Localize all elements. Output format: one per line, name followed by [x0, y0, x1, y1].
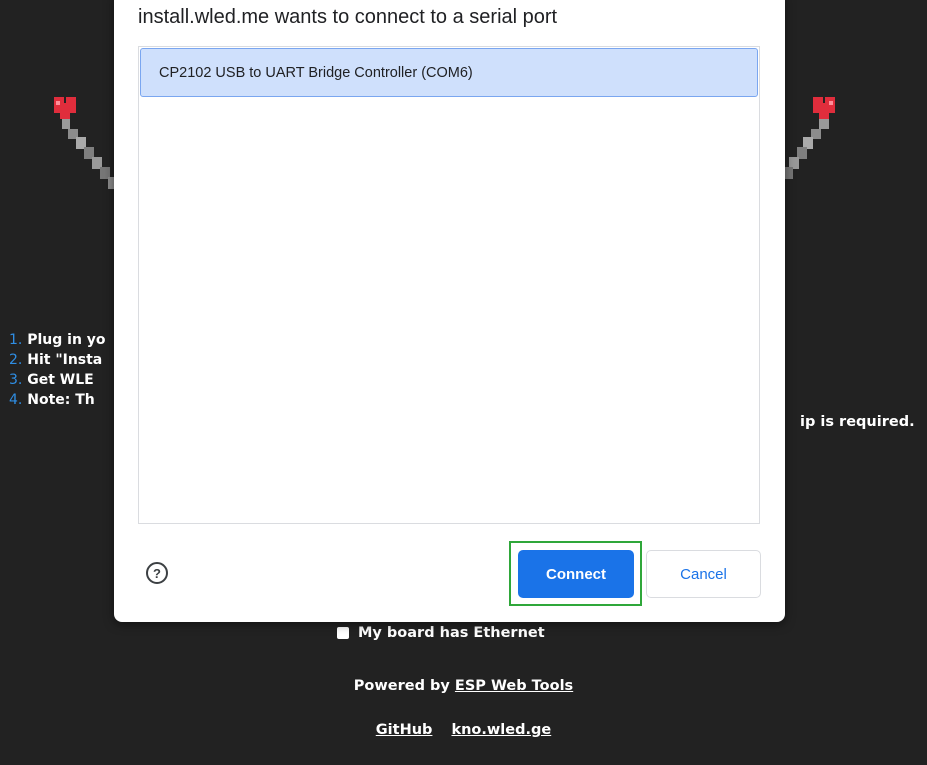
- footer-links: GitHub kno.wled.ge: [0, 722, 927, 738]
- esp-web-tools-link[interactable]: ESP Web Tools: [455, 678, 573, 694]
- step-item: 1. Plug in yo: [9, 332, 106, 348]
- powered-by: Powered by ESP Web Tools: [0, 678, 927, 694]
- connect-button[interactable]: Connect: [518, 550, 634, 598]
- dialog-title: install.wled.me wants to connect to a se…: [138, 6, 558, 28]
- powered-by-prefix: Powered by: [353, 678, 450, 694]
- lamp-right-icon: [785, 97, 835, 179]
- step-item: 2. Hit "Insta: [9, 352, 103, 368]
- port-item-com6[interactable]: CP2102 USB to UART Bridge Controller (CO…: [140, 48, 758, 97]
- help-icon[interactable]: ?: [146, 562, 168, 584]
- kno-wled-link[interactable]: kno.wled.ge: [451, 722, 551, 738]
- lamp-left-icon: [54, 97, 118, 189]
- ethernet-checkbox[interactable]: [337, 627, 349, 639]
- port-list[interactable]: CP2102 USB to UART Bridge Controller (CO…: [138, 46, 760, 524]
- step-item: 4. Note: Th: [9, 392, 95, 408]
- cancel-button[interactable]: Cancel: [646, 550, 761, 598]
- serial-port-dialog: install.wled.me wants to connect to a se…: [114, 0, 785, 622]
- note-text-tail: ip is required.: [800, 414, 915, 430]
- ethernet-label: My board has Ethernet: [358, 625, 545, 641]
- instruction-steps: 1. Plug in yo 2. Hit "Insta 3. Get WLE 4…: [9, 330, 106, 410]
- github-link[interactable]: GitHub: [376, 722, 433, 738]
- ethernet-checkbox-row[interactable]: My board has Ethernet: [337, 625, 545, 641]
- step-item: 3. Get WLE: [9, 372, 94, 388]
